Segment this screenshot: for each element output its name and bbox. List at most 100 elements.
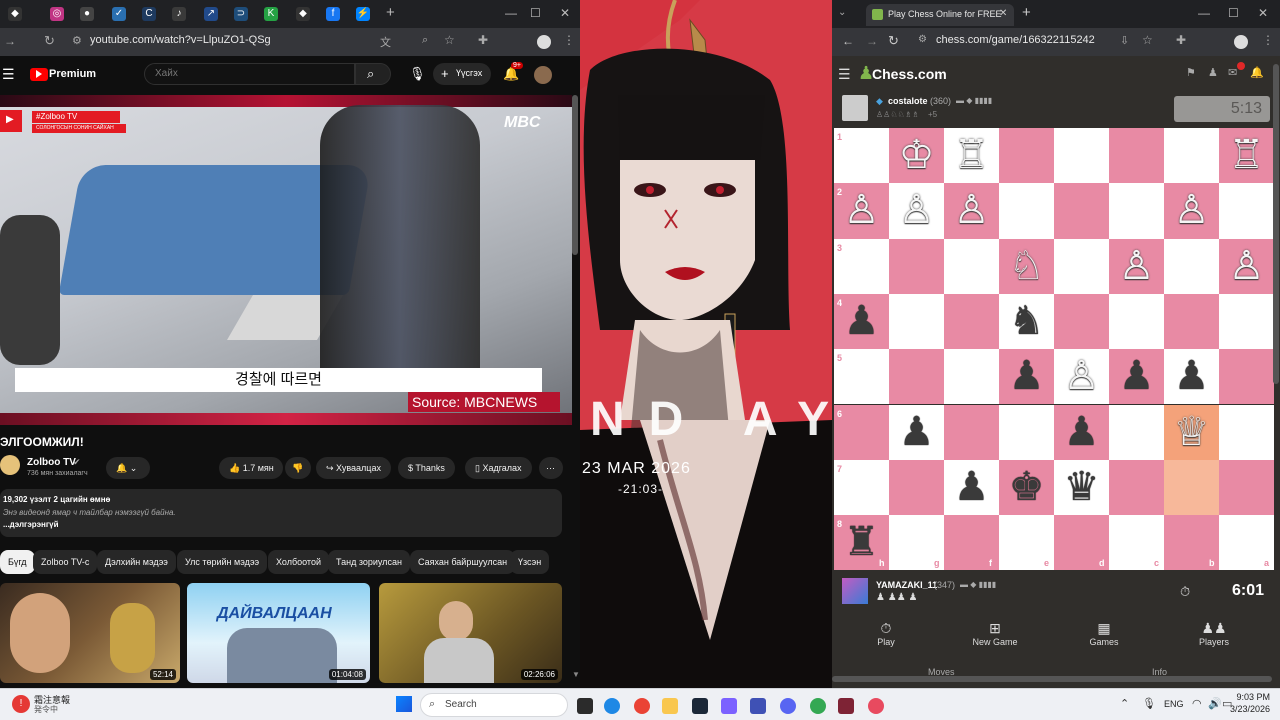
nav-new-game[interactable]: ⊞ New Game [955,620,1035,647]
board-square[interactable] [1054,183,1109,239]
profile-avatar[interactable] [537,35,551,49]
dislike-button[interactable]: 👎 [285,457,311,479]
maximize-icon[interactable]: ☐ [530,6,541,20]
speaker-tab-icon[interactable]: ♪ [172,7,186,21]
weather-alert-icon[interactable]: ! [12,695,30,713]
steam-icon[interactable] [692,698,708,714]
wifi-icon[interactable]: ◠ [1192,697,1202,710]
related-video-thumbnail[interactable]: ДАЙВАЛЦААН 01:04:08 [187,583,370,683]
tab-search-icon[interactable]: ⌄ [838,7,846,18]
white-piece[interactable]: ♕ [1164,405,1219,460]
chip-related[interactable]: Холбоотой [268,550,329,574]
black-piece[interactable]: ♟ [1109,349,1164,404]
page-scrollbar[interactable] [1273,64,1279,384]
chrome-icon[interactable] [634,698,650,714]
board-square[interactable] [1219,349,1274,405]
white-piece[interactable]: ♙ [1219,239,1274,294]
minimize-icon[interactable]: — [505,6,517,20]
subscribed-bell-button[interactable]: 🔔 ⌄ [106,457,150,479]
white-piece[interactable]: ♙ [889,183,944,238]
opponent-avatar[interactable] [842,95,868,121]
white-piece[interactable]: ♔ [889,128,944,183]
board-square[interactable] [889,293,944,350]
store-icon[interactable] [750,698,766,714]
board-square[interactable] [999,404,1054,460]
menu-dots-icon[interactable]: ⋮ [1262,33,1274,47]
tab-icon[interactable]: C [142,7,156,21]
video-player[interactable]: ▶ #Zolboo TV СОЛОНГОСЫН СОНИН САЙХАН MBC… [0,95,572,425]
board-square[interactable] [944,349,999,405]
kick-tab-icon[interactable]: K [264,7,278,21]
white-piece[interactable]: ♖ [1219,128,1274,183]
site-info-icon[interactable]: ⚙ [918,34,927,45]
reload-icon[interactable]: ↻ [44,33,55,49]
user-avatar[interactable] [534,66,552,84]
tab-icon[interactable]: ↗ [204,7,218,21]
app-icon[interactable] [868,698,884,714]
related-video-thumbnail[interactable]: 52:14 [0,583,180,683]
black-piece[interactable]: ♜ [834,515,889,570]
related-video-thumbnail[interactable]: 02:26:06 [379,583,562,683]
board-square[interactable] [1219,404,1274,460]
black-piece[interactable]: ♛ [1054,460,1109,515]
board-square[interactable] [1109,404,1164,460]
chess-board[interactable]: 1 2 3 4 5 6 7 8 h g f e d c b a ♔ ♖ ♖ ♙ ♙ ♙ ♙ ♘ ♙ ♙ ♟ ♞ ♟ ♙ ♟ ♟ ♟ ♟ ♕ ♟ ♚ ♛ ♜ [834,128,1274,571]
taskbar-search[interactable]: ⌕ Search [420,693,568,717]
board-square[interactable] [1109,128,1164,184]
notifications-icon[interactable]: 🔔 [1250,66,1264,79]
white-piece[interactable]: ♖ [944,128,999,183]
board-square[interactable] [834,128,889,184]
messenger-tab-icon[interactable]: ⚡ [356,7,370,21]
board-square[interactable] [944,238,999,294]
tab-icon[interactable]: ◆ [296,7,310,21]
mail-icon[interactable]: ✉ [1228,66,1237,79]
board-square[interactable] [889,238,944,294]
volume-icon[interactable]: 🔊 [1208,697,1222,710]
board-square[interactable] [944,293,999,350]
board-square[interactable] [1109,459,1164,516]
copilot-icon[interactable] [721,698,737,714]
bookmark-star-icon[interactable]: ☆ [1142,33,1153,47]
white-piece[interactable]: ♙ [1109,239,1164,294]
chess-logo-text[interactable]: Chess.com [872,66,947,82]
profile-avatar[interactable] [1234,35,1248,49]
windows-start-icon[interactable] [396,696,412,712]
forward-icon[interactable]: → [866,34,878,48]
black-piece[interactable]: ♟ [999,349,1054,404]
extensions-icon[interactable]: ✚ [478,33,488,47]
board-square[interactable] [889,459,944,516]
board-square[interactable] [834,238,889,294]
language-indicator[interactable]: ENG [1164,699,1184,709]
search-input[interactable]: Хайх [144,63,355,85]
more-actions-button[interactable]: ⋯ [539,457,563,479]
board-square[interactable] [1164,293,1219,350]
icon-button[interactable]: ⚑ [1186,66,1196,79]
board-square[interactable] [1109,293,1164,350]
youtube-premium-label[interactable]: Premium [49,68,96,80]
back-icon[interactable]: ← [842,34,854,48]
chip-watched[interactable]: Үзсэн [510,550,550,574]
reload-icon[interactable]: ↻ [888,33,899,49]
close-icon[interactable]: ✕ [560,6,570,20]
chip-politics[interactable]: Улс төрийн мэдээ [177,550,268,574]
board-square[interactable] [1054,128,1109,184]
new-tab-icon[interactable]: + [386,4,395,21]
nav-players[interactable]: ♟♟ Players [1174,620,1254,647]
white-piece[interactable]: ♙ [944,183,999,238]
black-piece[interactable]: ♟ [834,294,889,349]
black-piece[interactable]: ♞ [999,294,1054,349]
app-icon[interactable] [838,698,854,714]
tab-close-icon[interactable]: ✕ [999,8,1007,19]
tab-icon[interactable]: ✓ [112,7,126,21]
board-square[interactable] [1164,459,1219,516]
white-piece[interactable]: ♙ [834,183,889,238]
chip-channel[interactable]: Zolboo TV-с [33,550,98,574]
tab-chess[interactable]: Play Chess Online for FREE ✕ [866,4,1014,26]
site-info-icon[interactable]: ⚙ [72,34,82,47]
share-button[interactable]: ↪ Хуваалцах [316,457,391,479]
tab-icon[interactable]: ● [80,7,94,21]
black-piece[interactable]: ♚ [999,460,1054,515]
board-square[interactable] [1164,128,1219,184]
black-piece[interactable]: ♟ [944,460,999,515]
friends-icon[interactable]: ♟ [1208,66,1218,79]
